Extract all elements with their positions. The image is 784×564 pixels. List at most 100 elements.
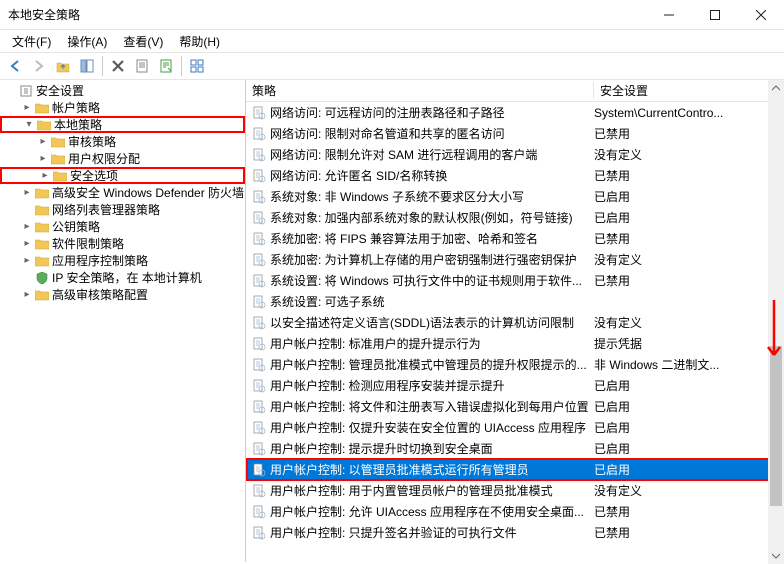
list-row[interactable]: 用户帐户控制: 以管理员批准模式运行所有管理员已启用 — [246, 459, 784, 480]
up-button[interactable] — [52, 55, 74, 77]
setting-text: 没有定义 — [594, 251, 784, 268]
folder-icon — [34, 220, 50, 234]
tree-item[interactable]: IP 安全策略，在 本地计算机 — [0, 269, 245, 286]
policy-text: 用户帐户控制: 管理员批准模式中管理员的提升权限提示的... — [270, 356, 594, 373]
expander-icon[interactable]: ▸ — [20, 289, 34, 300]
menu-file[interactable]: 文件(F) — [6, 31, 57, 52]
list-row[interactable]: 用户帐户控制: 检测应用程序安装并提示提升已启用 — [246, 375, 784, 396]
expander-icon[interactable]: ▸ — [20, 238, 34, 249]
policy-icon — [252, 295, 270, 309]
expander-icon[interactable]: ▸ — [36, 136, 50, 147]
tree-item[interactable]: ▸软件限制策略 — [0, 235, 245, 252]
policy-icon — [252, 442, 270, 456]
scroll-down-button[interactable] — [768, 548, 784, 564]
setting-text: 已启用 — [594, 209, 784, 226]
list-row[interactable]: 系统设置: 将 Windows 可执行文件中的证书规则用于软件...已禁用 — [246, 270, 784, 291]
policy-icon — [252, 358, 270, 372]
tree-item[interactable]: 安全设置 — [0, 82, 245, 99]
toolbar — [0, 52, 784, 80]
list-row[interactable]: 系统加密: 将 FIPS 兼容算法用于加密、哈希和签名已禁用 — [246, 228, 784, 249]
policy-icon — [252, 106, 270, 120]
maximize-button[interactable] — [692, 0, 738, 30]
list-row[interactable]: 用户帐户控制: 仅提升安装在安全位置的 UIAccess 应用程序已启用 — [246, 417, 784, 438]
list-row[interactable]: 系统对象: 加强内部系统对象的默认权限(例如，符号链接)已启用 — [246, 207, 784, 228]
folder-icon — [34, 254, 50, 268]
delete-button[interactable] — [107, 55, 129, 77]
list-row[interactable]: 系统设置: 可选子系统 — [246, 291, 784, 312]
menu-view[interactable]: 查看(V) — [117, 31, 169, 52]
list-row[interactable]: 用户帐户控制: 用于内置管理员帐户的管理员批准模式没有定义 — [246, 480, 784, 501]
policy-text: 网络访问: 限制对命名管道和共享的匿名访问 — [270, 125, 594, 142]
tree-panel[interactable]: 安全设置▸帐户策略▾本地策略▸审核策略▸用户权限分配▸安全选项▸高级安全 Win… — [0, 80, 246, 562]
properties-button[interactable] — [131, 55, 153, 77]
policy-icon — [252, 379, 270, 393]
tree-item[interactable]: ▸高级审核策略配置 — [0, 286, 245, 303]
tree-item[interactable]: ▸ 帐户策略 — [0, 99, 245, 116]
expander-icon[interactable]: ▾ — [22, 119, 36, 130]
expander-icon[interactable]: ▸ — [20, 187, 34, 198]
tree-item[interactable]: ▸应用程序控制策略 — [0, 252, 245, 269]
menu-help[interactable]: 帮助(H) — [173, 31, 226, 52]
policy-icon — [252, 421, 270, 435]
list-row[interactable]: 系统加密: 为计算机上存储的用户密钥强制进行强密钥保护没有定义 — [246, 249, 784, 270]
scroll-thumb[interactable] — [770, 346, 782, 506]
setting-text: 已启用 — [594, 188, 784, 205]
tree-item-label: 帐户策略 — [50, 99, 100, 116]
expander-icon[interactable]: ▸ — [36, 153, 50, 164]
tree-item[interactable]: ▾ 本地策略 — [0, 116, 245, 133]
setting-text: 已禁用 — [594, 125, 784, 142]
policy-text: 网络访问: 限制允许对 SAM 进行远程调用的客户端 — [270, 146, 594, 163]
policy-text: 用户帐户控制: 允许 UIAccess 应用程序在不使用安全桌面... — [270, 503, 594, 520]
tree-item-label: 安全选项 — [68, 167, 118, 184]
setting-text: 已启用 — [594, 398, 784, 415]
list-row[interactable]: 用户帐户控制: 允许 UIAccess 应用程序在不使用安全桌面...已禁用 — [246, 501, 784, 522]
list-row[interactable]: 用户帐户控制: 将文件和注册表写入错误虚拟化到每用户位置已启用 — [246, 396, 784, 417]
tree-item[interactable]: ▸ 用户权限分配 — [0, 150, 245, 167]
minimize-button[interactable] — [646, 0, 692, 30]
policy-icon — [252, 253, 270, 267]
policy-text: 用户帐户控制: 仅提升安装在安全位置的 UIAccess 应用程序 — [270, 419, 594, 436]
export-button[interactable] — [155, 55, 177, 77]
show-hide-tree-button[interactable] — [76, 55, 98, 77]
refresh-button[interactable] — [186, 55, 208, 77]
expander-icon[interactable]: ▸ — [20, 255, 34, 266]
tree-item-label: 公钥策略 — [50, 218, 100, 235]
list-row[interactable]: 用户帐户控制: 提示提升时切换到安全桌面已启用 — [246, 438, 784, 459]
forward-button[interactable] — [28, 55, 50, 77]
expander-icon[interactable]: ▸ — [38, 170, 52, 181]
list-row[interactable]: 用户帐户控制: 管理员批准模式中管理员的提升权限提示的...非 Windows … — [246, 354, 784, 375]
list-row[interactable]: 网络访问: 可远程访问的注册表路径和子路径System\CurrentContr… — [246, 102, 784, 123]
tree-item[interactable]: 网络列表管理器策略 — [0, 201, 245, 218]
list-row[interactable]: 网络访问: 限制允许对 SAM 进行远程调用的客户端没有定义 — [246, 144, 784, 165]
list-row[interactable]: 用户帐户控制: 只提升签名并验证的可执行文件已禁用 — [246, 522, 784, 543]
policy-icon — [252, 484, 270, 498]
list-row[interactable]: 系统对象: 非 Windows 子系统不要求区分大小写已启用 — [246, 186, 784, 207]
back-button[interactable] — [4, 55, 26, 77]
list-row[interactable]: 网络访问: 限制对命名管道和共享的匿名访问已禁用 — [246, 123, 784, 144]
tree-item-label: 本地策略 — [52, 116, 102, 133]
close-button[interactable] — [738, 0, 784, 30]
column-setting[interactable]: 安全设置 — [594, 82, 784, 99]
list-row[interactable]: 以安全描述符定义语言(SDDL)语法表示的计算机访问限制没有定义 — [246, 312, 784, 333]
setting-text: 已禁用 — [594, 503, 784, 520]
scroll-up-button[interactable] — [768, 80, 784, 96]
list-row[interactable]: 网络访问: 允许匿名 SID/名称转换已禁用 — [246, 165, 784, 186]
folder-icon — [34, 203, 50, 217]
tree-item[interactable]: ▸高级安全 Windows Defender 防火墙 — [0, 184, 245, 201]
expander-icon[interactable]: ▸ — [20, 102, 34, 113]
list-body[interactable]: 网络访问: 可远程访问的注册表路径和子路径System\CurrentContr… — [246, 102, 784, 543]
window-title: 本地安全策略 — [8, 6, 80, 23]
tree-item[interactable]: ▸ 公钥策略 — [0, 218, 245, 235]
list-row[interactable]: 用户帐户控制: 标准用户的提升提示行为提示凭据 — [246, 333, 784, 354]
expander-icon[interactable]: ▸ — [20, 221, 34, 232]
tree-item-label: 用户权限分配 — [66, 150, 140, 167]
policy-text: 系统加密: 将 FIPS 兼容算法用于加密、哈希和签名 — [270, 230, 594, 247]
menu-action[interactable]: 操作(A) — [61, 31, 113, 52]
tree-item-label: IP 安全策略，在 本地计算机 — [50, 269, 202, 286]
folder-icon — [52, 169, 68, 183]
policy-icon — [252, 463, 270, 477]
column-policy[interactable]: 策略 — [246, 82, 594, 99]
folder-icon — [18, 84, 34, 98]
tree-item[interactable]: ▸ 安全选项 — [0, 167, 245, 184]
tree-item[interactable]: ▸审核策略 — [0, 133, 245, 150]
